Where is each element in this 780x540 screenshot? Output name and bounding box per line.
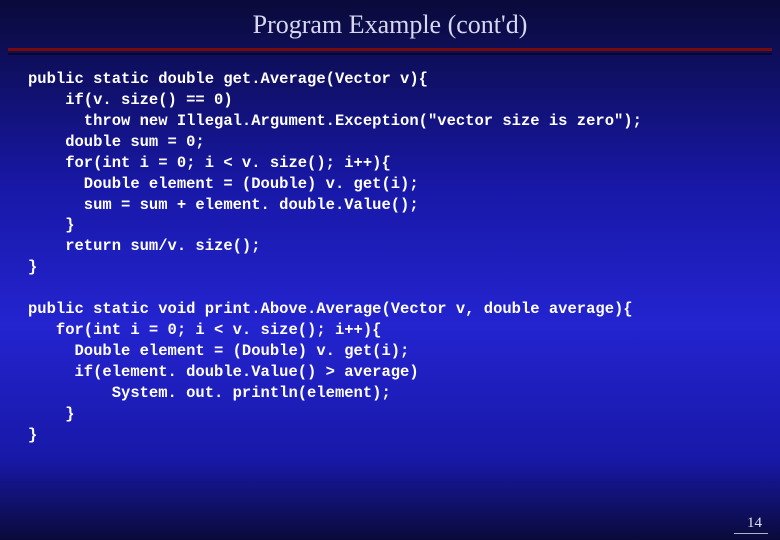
code-line: return sum/v. size(); xyxy=(28,237,261,255)
code-line: Double element = (Double) v. get(i); xyxy=(28,342,409,360)
page-number-underline xyxy=(734,533,768,534)
code-line: if(v. size() == 0) xyxy=(28,91,233,109)
code-line: } xyxy=(28,216,75,234)
code-line: } xyxy=(28,258,37,276)
code-line: } xyxy=(28,426,37,444)
code-line: for(int i = 0; i < v. size(); i++){ xyxy=(28,154,391,172)
code-line: if(element. double.Value() > average) xyxy=(28,363,419,381)
code-line: sum = sum + element. double.Value(); xyxy=(28,196,419,214)
code-line: double sum = 0; xyxy=(28,133,205,151)
code-line: } xyxy=(28,405,75,423)
code-line: throw new Illegal.Argument.Exception("ve… xyxy=(28,112,642,130)
code-line: public static double get.Average(Vector … xyxy=(28,70,428,88)
presentation-slide: Program Example (cont'd) public static d… xyxy=(0,0,780,540)
code-line: System. out. println(element); xyxy=(28,384,391,402)
title-underline xyxy=(8,48,772,51)
slide-title: Program Example (cont'd) xyxy=(0,0,780,48)
page-number: 14 xyxy=(747,515,762,532)
code-line: Double element = (Double) v. get(i); xyxy=(28,175,419,193)
code-line: for(int i = 0; i < v. size(); i++){ xyxy=(28,321,381,339)
code-block: public static double get.Average(Vector … xyxy=(0,55,780,446)
code-line: public static void print.Above.Average(V… xyxy=(28,300,633,318)
